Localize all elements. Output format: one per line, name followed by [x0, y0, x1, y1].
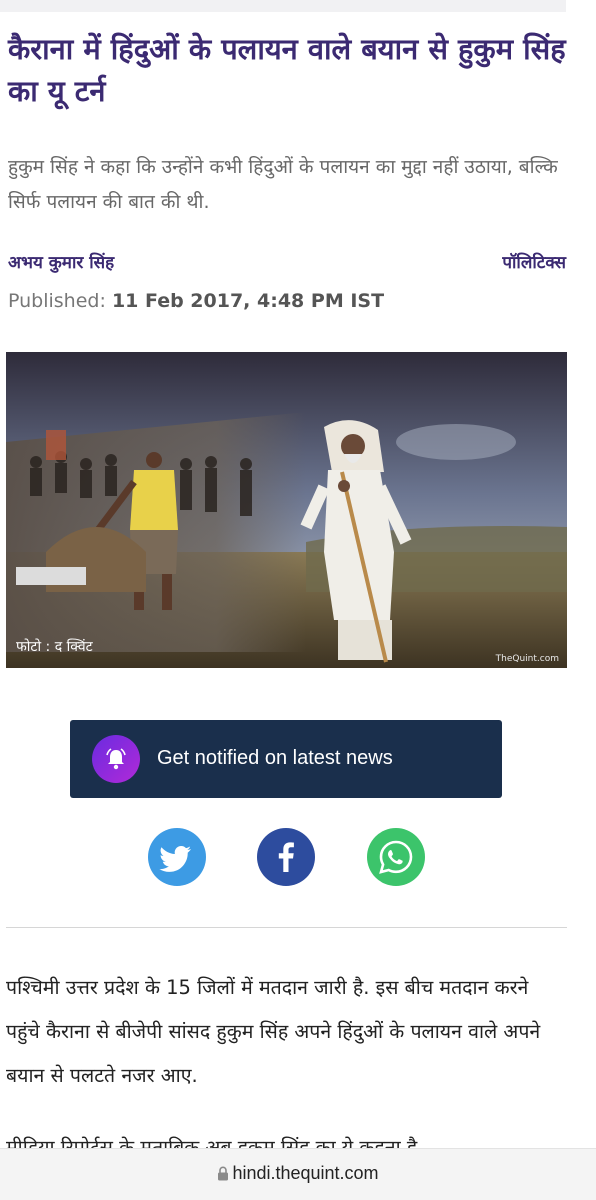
category-link[interactable]: पॉलिटिक्स	[502, 250, 566, 273]
published-label: Published:	[8, 290, 106, 312]
image-caption: फोटो : द क्विंट	[16, 639, 93, 655]
url-display: hindi.thequint.com	[0, 1163, 596, 1186]
article-headline: कैराना में हिंदुओं के पलायन वाले बयान से…	[8, 32, 566, 108]
top-strip	[0, 0, 566, 12]
hero-image-illustration	[6, 352, 567, 668]
facebook-share-button[interactable]	[257, 828, 315, 886]
facebook-icon	[278, 842, 294, 872]
byline-row: अभय कुमार सिंह पॉलिटिक्स	[8, 250, 566, 280]
section-divider	[6, 927, 567, 928]
twitter-share-button[interactable]	[148, 828, 206, 886]
get-notified-button[interactable]: Get notified on latest news	[70, 720, 502, 798]
image-watermark: TheQuint.com	[495, 654, 559, 664]
browser-url-bar[interactable]: hindi.thequint.com	[0, 1148, 596, 1200]
notification-bell	[92, 735, 140, 783]
article-paragraph-1: पश्चिमी उत्तर प्रदेश के 15 जिलों में मतद…	[6, 976, 541, 1087]
get-notified-label: Get notified on latest news	[157, 747, 393, 769]
author-link[interactable]: अभय कुमार सिंह	[8, 250, 114, 273]
article-summary: हुकुम सिंह ने कहा कि उन्होंने कभी हिंदुओ…	[8, 156, 558, 213]
bell-icon	[106, 748, 126, 770]
twitter-icon	[159, 846, 191, 872]
article-paragraph-2: मीडिया रिपोर्ट्स के मुताबिक अब हुकुम सिं…	[6, 1136, 418, 1148]
whatsapp-share-button[interactable]	[367, 828, 425, 886]
hero-image: फोटो : द क्विंट TheQuint.com	[6, 352, 567, 668]
published-date: 11 Feb 2017, 4:48 PM IST	[111, 290, 385, 312]
url-text: hindi.thequint.com	[232, 1163, 379, 1183]
lock-icon	[217, 1165, 229, 1186]
published-info: Published: 11 Feb 2017, 4:48 PM IST	[8, 290, 384, 312]
whatsapp-icon	[379, 840, 413, 874]
